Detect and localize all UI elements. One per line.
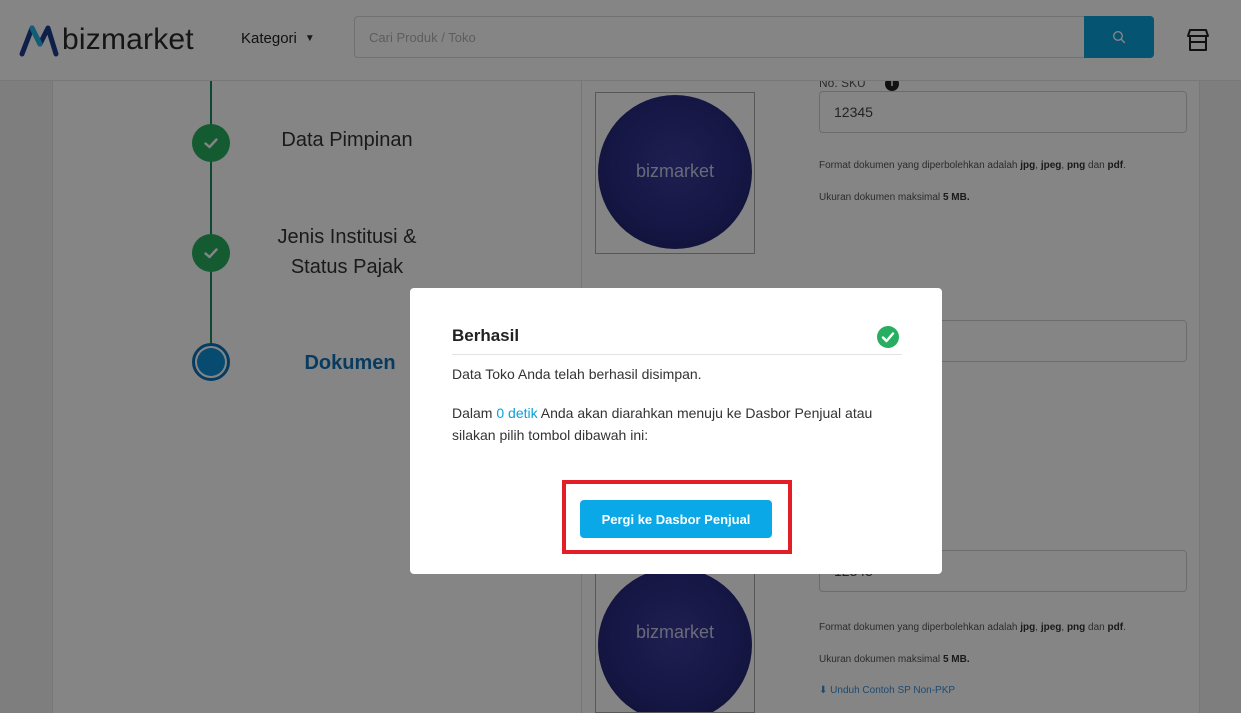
modal-divider xyxy=(452,354,902,355)
go-to-seller-dashboard-button[interactable]: Pergi ke Dasbor Penjual xyxy=(580,500,772,538)
countdown-timer: 0 detik xyxy=(496,405,538,421)
modal-success-message: Data Toko Anda telah berhasil disimpan. xyxy=(452,366,702,382)
modal-title: Berhasil xyxy=(452,326,520,345)
modal-redirect-info: Dalam 0 detik Anda akan diarahkan menuju… xyxy=(452,405,873,443)
success-check-icon xyxy=(877,326,899,348)
